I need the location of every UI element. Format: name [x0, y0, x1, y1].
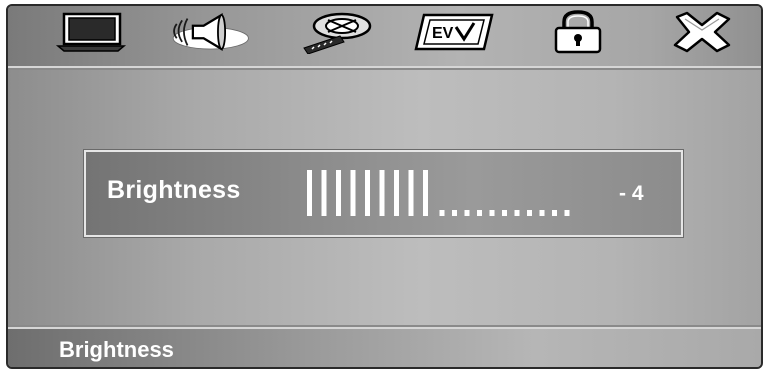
level-segment-empty	[539, 210, 545, 216]
level-segment-filled	[423, 170, 428, 216]
level-segment-filled	[394, 170, 399, 216]
svg-text:EV: EV	[432, 25, 454, 42]
level-segment-filled	[336, 170, 341, 216]
level-segment-filled	[365, 170, 370, 216]
level-segment-empty	[502, 210, 507, 216]
level-segment-empty	[452, 210, 457, 216]
content-area: Brightness - 4	[8, 70, 761, 330]
tv-icon[interactable]	[48, 9, 134, 55]
level-segment-empty	[477, 210, 482, 216]
level-segment-filled	[321, 170, 327, 216]
speaker-icon[interactable]	[166, 9, 252, 55]
status-text: Brightness	[59, 337, 174, 362]
film-reel-icon[interactable]	[295, 9, 381, 55]
status-bar: Brightness	[8, 327, 761, 367]
level-segment-empty	[464, 210, 470, 216]
osd-window: EV Brightness - 4 Brightness	[6, 4, 763, 369]
level-segment-filled	[307, 170, 312, 216]
level-segment-empty	[552, 210, 557, 216]
exit-icon[interactable]	[659, 9, 745, 55]
brightness-level-bar[interactable]	[305, 168, 605, 220]
setting-label: Brightness	[107, 176, 241, 204]
level-segment-filled	[379, 170, 385, 216]
setup-icon[interactable]: EV	[411, 9, 497, 55]
setting-value: - 4	[619, 182, 644, 205]
level-segment-empty	[514, 210, 520, 216]
level-segment-empty	[439, 210, 445, 216]
level-segment-filled	[350, 170, 356, 216]
lock-icon[interactable]	[535, 9, 621, 55]
menu-bar: EV	[8, 6, 761, 68]
level-segment-empty	[564, 210, 570, 216]
brightness-setting-panel[interactable]: Brightness - 4	[83, 149, 684, 238]
level-segment-empty	[489, 210, 495, 216]
level-segment-filled	[408, 170, 414, 216]
level-segment-empty	[527, 210, 532, 216]
